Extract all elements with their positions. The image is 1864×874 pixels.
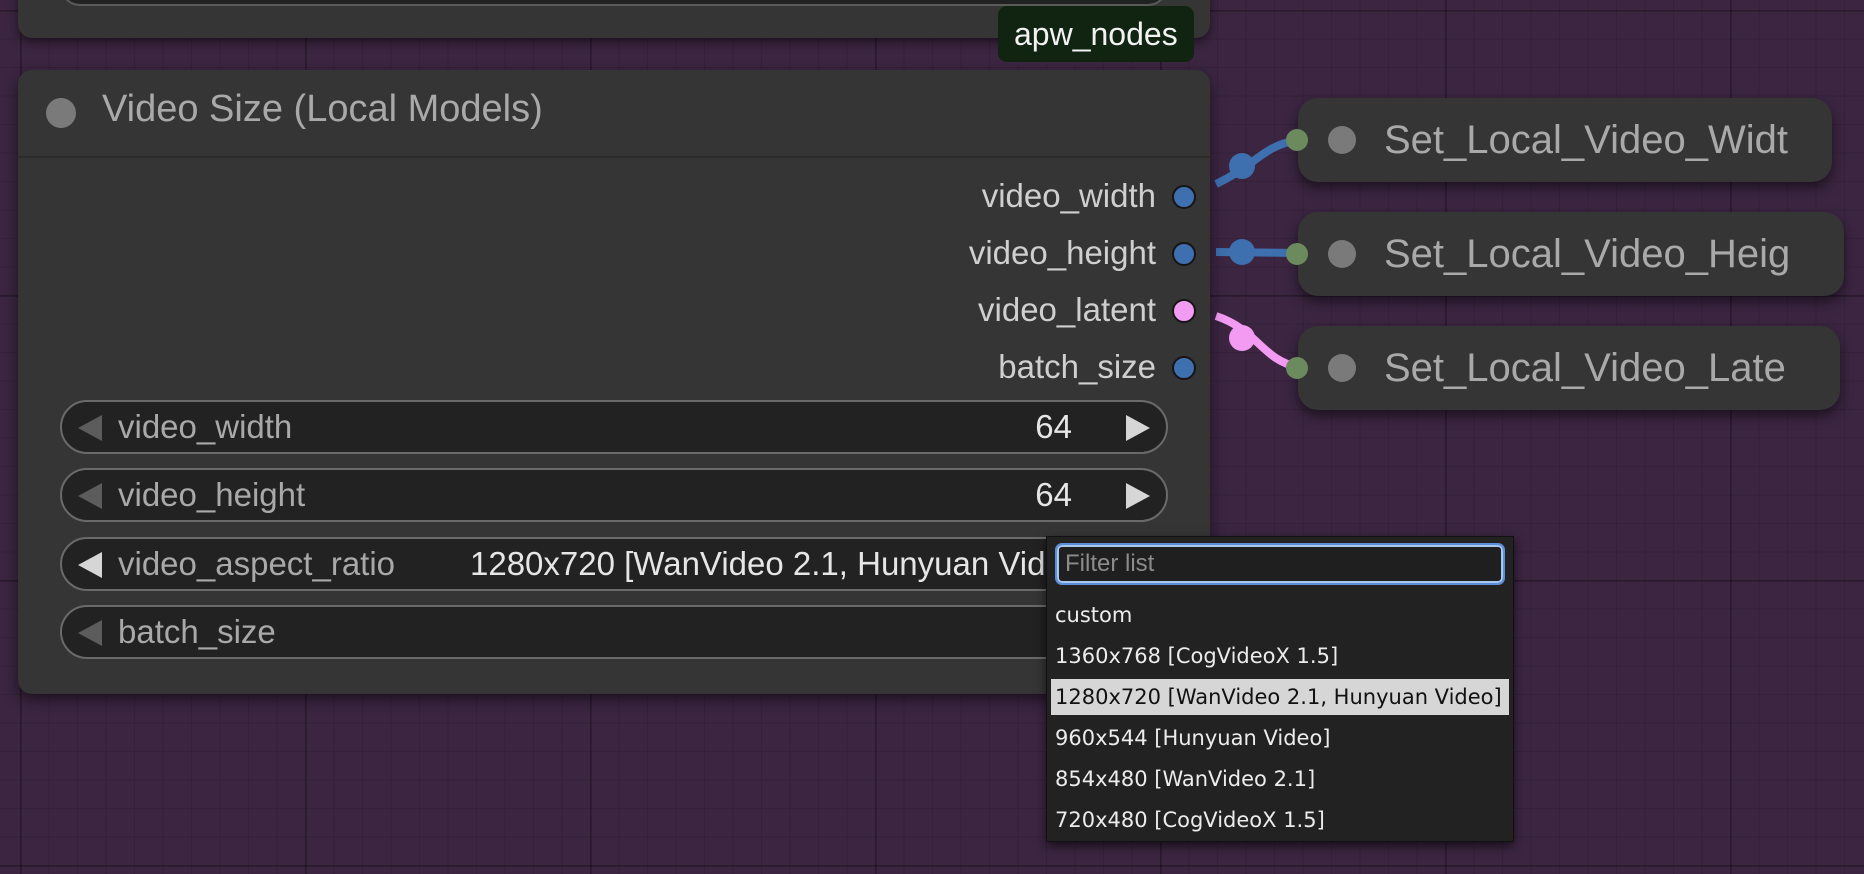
link-midpoint-height: [1229, 239, 1255, 265]
arrow-left-icon[interactable]: [78, 552, 102, 578]
output-batch-size[interactable]: batch_size: [790, 347, 1210, 387]
node-status-dot-icon[interactable]: [46, 98, 76, 128]
filter-list-input[interactable]: [1055, 543, 1505, 585]
video-aspect-ratio-widget[interactable]: video_aspect_ratio 1280x720 [WanVideo 2.…: [60, 537, 1168, 591]
link-midpoint-width: [1229, 153, 1255, 179]
input-slot-icon[interactable]: [1286, 129, 1308, 151]
node-header[interactable]: Video Size (Local Models): [18, 70, 1210, 158]
set-node-title: Set_Local_Video_Widt: [1384, 118, 1788, 162]
output-video-latent[interactable]: video_latent: [790, 290, 1210, 330]
output-video-height[interactable]: video_height: [790, 233, 1210, 273]
arrow-right-icon[interactable]: [1126, 483, 1150, 509]
set-node-video-height[interactable]: Set_Local_Video_Heig: [1286, 212, 1844, 296]
output-label: video_height: [968, 234, 1156, 271]
widget-label: video_height: [118, 476, 306, 513]
widget-value[interactable]: 1280x720 [WanVideo 2.1, Hunyuan Video]: [470, 539, 1100, 589]
output-slot-icon[interactable]: [1172, 356, 1196, 380]
upper-node-widget[interactable]: [60, 0, 1168, 6]
video-size-node[interactable]: Video Size (Local Models) video_width vi…: [18, 70, 1210, 694]
node-source-badge: apw_nodes: [998, 6, 1194, 62]
output-label: batch_size: [998, 348, 1156, 385]
input-slot-icon[interactable]: [1286, 243, 1308, 265]
menu-item[interactable]: 1360x768 [CogVideoX 1.5]: [1051, 638, 1509, 674]
menu-item[interactable]: 854x480 [WanVideo 2.1]: [1051, 761, 1509, 797]
menu-item-selected[interactable]: 1280x720 [WanVideo 2.1, Hunyuan Video]: [1051, 679, 1509, 715]
input-slot-icon[interactable]: [1286, 357, 1308, 379]
link-midpoint-latent: [1229, 325, 1255, 351]
node-title: Video Size (Local Models): [102, 88, 543, 130]
menu-item[interactable]: 960x544 [Hunyuan Video]: [1051, 720, 1509, 756]
widget-value[interactable]: 64: [1035, 402, 1072, 452]
set-node-video-latent[interactable]: Set_Local_Video_Late: [1286, 326, 1840, 410]
widget-label: video_width: [118, 408, 293, 445]
arrow-left-icon[interactable]: [78, 415, 102, 441]
menu-item[interactable]: 720x480 [CogVideoX 1.5]: [1051, 802, 1509, 838]
set-node-title: Set_Local_Video_Heig: [1384, 232, 1791, 276]
output-video-width[interactable]: video_width: [790, 176, 1210, 216]
menu-item[interactable]: custom: [1051, 597, 1509, 633]
output-slot-icon[interactable]: [1172, 299, 1196, 323]
video-width-widget[interactable]: video_width 64: [60, 400, 1168, 454]
arrow-left-icon[interactable]: [78, 483, 102, 509]
link-video-latent: [1214, 312, 1299, 371]
output-slot-icon[interactable]: [1172, 242, 1196, 266]
output-label: video_latent: [978, 291, 1156, 328]
widget-value[interactable]: 64: [1035, 470, 1072, 520]
set-node-video-width[interactable]: Set_Local_Video_Widt: [1286, 98, 1832, 182]
arrow-left-icon[interactable]: [78, 620, 102, 646]
node-status-dot-icon[interactable]: [1328, 126, 1356, 154]
node-status-dot-icon[interactable]: [1328, 240, 1356, 268]
link-video-width: [1214, 136, 1299, 188]
widget-label: batch_size: [118, 613, 276, 650]
batch-size-widget[interactable]: batch_size: [60, 605, 1168, 659]
output-slot-icon[interactable]: [1172, 185, 1196, 209]
aspect-ratio-dropdown[interactable]: custom 1360x768 [CogVideoX 1.5] 1280x720…: [1046, 536, 1514, 842]
video-height-widget[interactable]: video_height 64: [60, 468, 1168, 522]
arrow-right-icon[interactable]: [1126, 415, 1150, 441]
widget-label: video_aspect_ratio: [118, 545, 396, 582]
node-status-dot-icon[interactable]: [1328, 354, 1356, 382]
set-node-title: Set_Local_Video_Late: [1384, 346, 1786, 390]
output-label: video_width: [981, 177, 1156, 214]
